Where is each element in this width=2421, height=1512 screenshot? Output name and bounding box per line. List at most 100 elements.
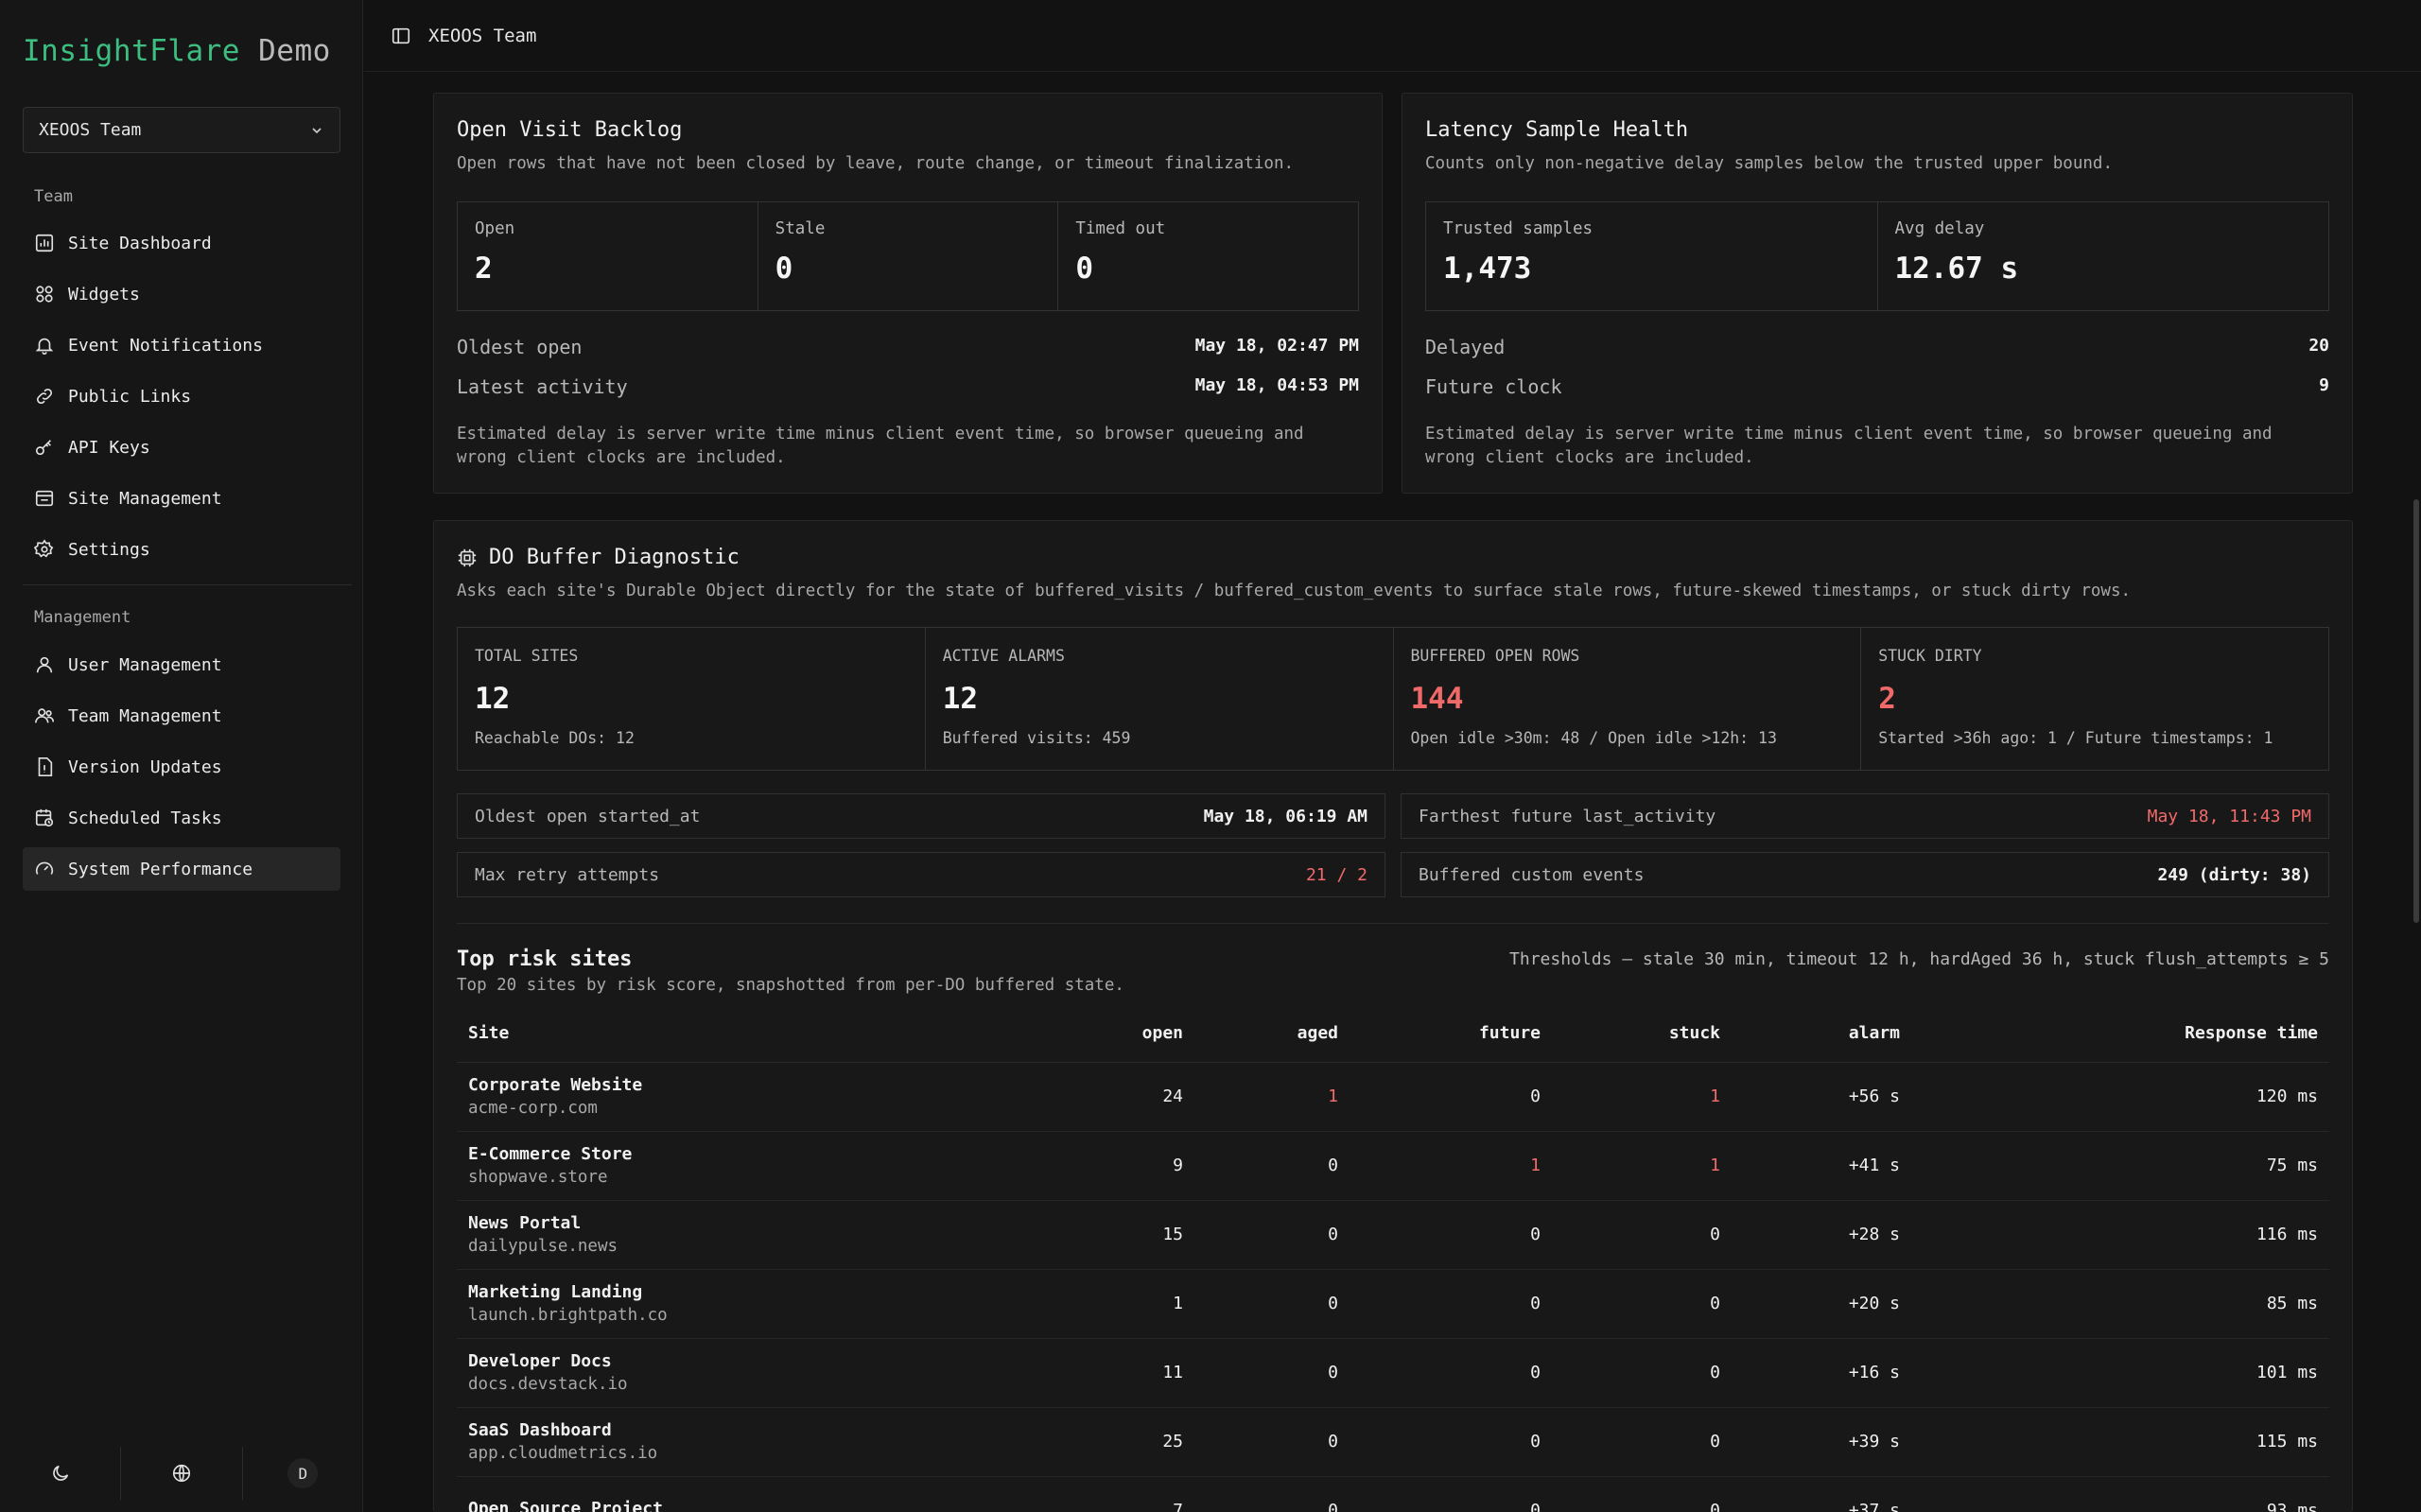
- buffered-custom-events-row: Buffered custom events 249 (dirty: 38): [1401, 852, 2329, 897]
- sidebar-item-system-performance[interactable]: System Performance: [23, 847, 340, 891]
- col-site[interactable]: Site: [457, 1005, 1043, 1063]
- calendar-clock-icon: [35, 808, 54, 827]
- stat-stale: Stale 0: [758, 202, 1059, 310]
- stuck-cell: 0: [1552, 1200, 1732, 1270]
- avatar: D: [287, 1458, 319, 1488]
- kv-label: Buffered custom events: [1419, 864, 1645, 885]
- table-row[interactable]: Developer Docs docs.devstack.io 11 0 0 0 …: [457, 1338, 2329, 1408]
- col-alarm[interactable]: alarm: [1732, 1005, 1911, 1063]
- future-cell: 0: [1350, 1200, 1552, 1270]
- sidebar-toggle-icon[interactable]: [391, 26, 411, 46]
- sidebar-item-label: Event Notifications: [68, 335, 263, 356]
- language-button[interactable]: [121, 1447, 243, 1500]
- sidebar-item-user-management[interactable]: User Management: [23, 643, 340, 686]
- bell-icon: [35, 338, 54, 355]
- response-time-cell: 75 ms: [1911, 1131, 2329, 1201]
- open-cell: 1: [1043, 1269, 1194, 1339]
- stat-value: 0: [1075, 252, 1094, 286]
- response-time-cell: 93 ms: [1911, 1476, 2329, 1512]
- page-scrollbar[interactable]: [2413, 499, 2419, 923]
- response-time-cell: 85 ms: [1911, 1269, 2329, 1339]
- table-row[interactable]: E-Commerce Store shopwave.store 9 0 1 1 +…: [457, 1131, 2329, 1201]
- sidebar-item-public-links[interactable]: Public Links: [23, 374, 340, 418]
- sidebar-item-site-management[interactable]: Site Management: [23, 477, 340, 520]
- alarm-cell: +20 s: [1732, 1269, 1911, 1339]
- latency-stats: Trusted samples 1,473 Avg delay 12.67 s: [1425, 201, 2329, 311]
- card-subtitle: Counts only non-negative delay samples b…: [1425, 154, 2113, 173]
- site-cell: News Portal dailypulse.news: [457, 1200, 1043, 1270]
- response-time-cell: 101 ms: [1911, 1338, 2329, 1408]
- brand-logo[interactable]: InsightFlare Demo: [23, 34, 331, 68]
- table-row[interactable]: Open Source Project 7 0 0 0 +37 s 93 ms: [457, 1476, 2329, 1512]
- kv-label: Max retry attempts: [475, 864, 660, 885]
- col-stuck[interactable]: stuck: [1552, 1005, 1732, 1063]
- site-name: Corporate Website: [468, 1075, 643, 1095]
- stat-sub: Reachable DOs: 12: [475, 729, 635, 747]
- kv-label: Latest activity: [457, 375, 628, 398]
- sidebar: InsightFlare Demo XEOOS Team Team Site D…: [0, 0, 363, 1512]
- sidebar-item-event-notifications[interactable]: Event Notifications: [23, 323, 340, 367]
- chevron-down-icon: [312, 127, 322, 133]
- stat-sub: Open idle >30m: 48 / Open idle >12h: 13: [1410, 729, 1777, 747]
- sidebar-divider: [23, 584, 352, 585]
- future-cell: 0: [1350, 1269, 1552, 1339]
- stat-label: ACTIVE ALARMS: [942, 647, 1065, 665]
- stat-value: 2: [1878, 682, 1896, 716]
- open-visit-backlog-card: Open Visit Backlog Open rows that have n…: [433, 93, 1383, 494]
- sidebar-item-scheduled-tasks[interactable]: Scheduled Tasks: [23, 796, 340, 840]
- sidebar-item-settings[interactable]: Settings: [23, 528, 340, 571]
- card-subtitle: Asks each site's Durable Object directly…: [457, 582, 2132, 600]
- table-header-row: Site open aged future stuck alarm Respon…: [457, 1005, 2329, 1063]
- topbar: XEOOS Team: [364, 0, 2421, 72]
- moon-icon: [52, 1465, 68, 1481]
- stat-label: Stale: [775, 219, 826, 238]
- site-name: E-Commerce Store: [468, 1144, 633, 1164]
- table-row[interactable]: Marketing Landing launch.brightpath.co 1 …: [457, 1269, 2329, 1339]
- stat-open: Open 2: [458, 202, 758, 310]
- oldest-open-started-row: Oldest open started_at May 18, 06:19 AM: [457, 793, 1385, 839]
- stat-label: BUFFERED OPEN ROWS: [1410, 647, 1580, 665]
- key-icon: [35, 440, 52, 456]
- table-row[interactable]: SaaS Dashboard app.cloudmetrics.io 25 0 0…: [457, 1407, 2329, 1477]
- col-aged[interactable]: aged: [1194, 1005, 1350, 1063]
- aged-cell: 0: [1194, 1338, 1350, 1408]
- theme-toggle-button[interactable]: [0, 1447, 122, 1500]
- alarm-cell: +28 s: [1732, 1200, 1911, 1270]
- site-domain: app.cloudmetrics.io: [468, 1444, 658, 1463]
- kv-label: Farthest future last_activity: [1419, 806, 1716, 826]
- site-name: News Portal: [468, 1213, 582, 1233]
- sidebar-item-label: Public Links: [68, 386, 192, 407]
- gear-icon: [34, 539, 54, 558]
- stat-timed-out: Timed out 0: [1058, 202, 1358, 310]
- sidebar-item-version-updates[interactable]: Version Updates: [23, 745, 340, 789]
- browser-icon: [35, 490, 54, 507]
- stat-label: Trusted samples: [1443, 219, 1594, 238]
- table-row[interactable]: News Portal dailypulse.news 15 0 0 0 +28 …: [457, 1200, 2329, 1270]
- site-cell: Corporate Website acme-corp.com: [457, 1062, 1043, 1132]
- alarm-cell: +39 s: [1732, 1407, 1911, 1477]
- stat-label: STUCK DIRTY: [1878, 647, 1982, 665]
- user-menu-button[interactable]: D: [243, 1447, 363, 1500]
- open-cell: 9: [1043, 1131, 1194, 1201]
- stat-label: Open: [475, 219, 515, 238]
- sidebar-item-widgets[interactable]: Widgets: [23, 272, 340, 316]
- col-future[interactable]: future: [1350, 1005, 1552, 1063]
- site-name: Open Source Project: [468, 1499, 663, 1512]
- site-cell: Open Source Project: [457, 1476, 1043, 1512]
- sidebar-item-team-management[interactable]: Team Management: [23, 694, 340, 738]
- team-select[interactable]: XEOOS Team: [23, 107, 340, 153]
- sidebar-item-api-keys[interactable]: API Keys: [23, 426, 340, 469]
- stat-value: 1,473: [1443, 252, 1532, 286]
- kv-value: May 18, 11:43 PM: [2147, 806, 2311, 826]
- kv-value: 21 / 2: [1305, 864, 1367, 885]
- stat-value: 12: [475, 682, 511, 716]
- latency-sample-health-card: Latency Sample Health Counts only non-ne…: [1402, 93, 2353, 494]
- col-response-time[interactable]: Response time: [1911, 1005, 2329, 1063]
- team-icon: [35, 708, 54, 723]
- future-clock-row: Future clock 9: [1425, 375, 2329, 398]
- table-row[interactable]: Corporate Website acme-corp.com 24 1 0 1 …: [457, 1062, 2329, 1132]
- sidebar-item-site-dashboard[interactable]: Site Dashboard: [23, 221, 340, 265]
- card-title: Latency Sample Health: [1425, 118, 1689, 142]
- col-open[interactable]: open: [1043, 1005, 1194, 1063]
- kv-label: Future clock: [1425, 375, 1562, 398]
